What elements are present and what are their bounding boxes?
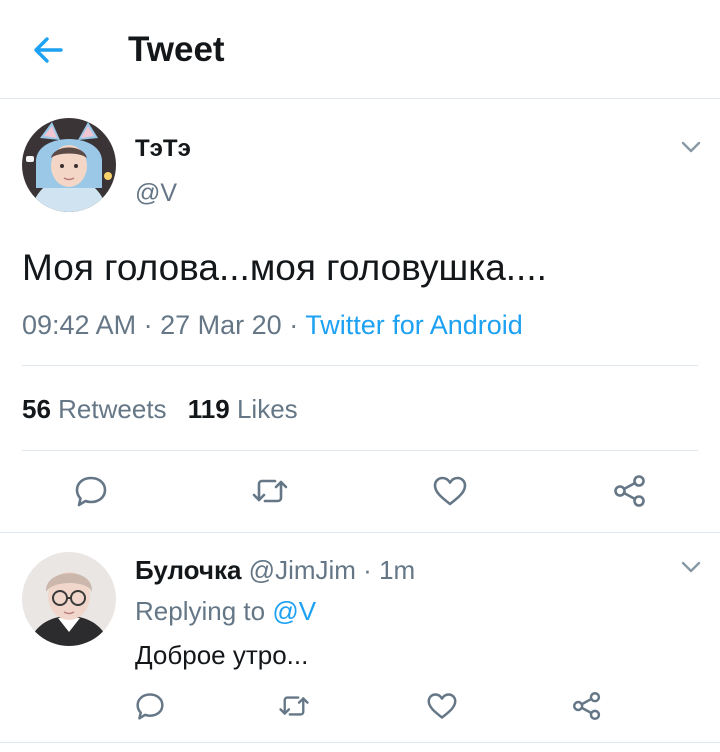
replying-to-line: Replying to @V [135,596,316,626]
retweet-icon [252,479,288,503]
divider [22,450,698,451]
divider [0,742,720,743]
back-button[interactable] [28,30,72,70]
tweet-text: Моя голова...моя головушка.... [22,247,547,288]
reply-reply-button[interactable] [126,682,174,730]
author-avatar[interactable] [22,118,116,212]
likes-label: Likes [236,394,298,424]
reply-icon [136,693,164,720]
share-button[interactable] [606,467,654,515]
reply-like-button[interactable] [418,682,466,730]
reply-share-button[interactable] [563,682,611,730]
replying-to-label: Replying to [135,596,266,626]
reply-display-name[interactable]: Булочка [135,555,241,585]
author-display-name[interactable]: ТэТэ [135,135,191,163]
share-icon [614,475,645,507]
share-icon [572,691,601,721]
tweet-source-link[interactable]: Twitter for Android [305,310,523,340]
tweet-time: 09:42 AM [22,310,137,340]
top-bar: Tweet [0,0,720,99]
reply-timestamp: 1m [379,555,416,585]
like-icon [433,476,467,506]
retweet-button[interactable] [246,467,294,515]
tweet-stats: 56 Retweets 119 Likes [22,394,298,424]
reply-handle[interactable]: @JimJim [249,555,356,585]
chevron-down-icon [681,561,701,573]
arrow-left-icon [34,37,63,63]
tweet-meta: 09:42 AM · 27 Mar 20 · Twitter for Andro… [22,309,523,341]
divider [22,365,698,366]
reply-text: Доброе утро... [135,640,309,670]
replying-to-handle[interactable]: @V [272,596,316,626]
reply-retweet-button[interactable] [270,682,318,730]
reply-header: Булочка @JimJim · 1m [135,555,415,585]
retweets-count: 56 [22,394,51,424]
tweet-date: 27 Mar 20 [160,310,282,340]
like-icon [427,693,457,719]
reply-button[interactable] [67,467,115,515]
likes-count: 119 [187,394,230,424]
author-handle[interactable]: @V [135,178,177,208]
reply-icon [75,476,107,507]
reply-author-avatar[interactable] [22,552,116,646]
page-title: Tweet [128,30,225,69]
meta-separator: · [363,555,372,585]
reply-menu-button[interactable] [678,558,704,576]
likes-stat[interactable]: 119 Likes [188,394,298,424]
tweet-menu-button[interactable] [678,138,704,156]
retweets-stat[interactable]: 56 Retweets [22,394,174,424]
like-button[interactable] [426,467,474,515]
retweets-label: Retweets [58,394,167,424]
divider [0,532,720,533]
meta-separator: · [289,310,299,340]
meta-separator: · [143,310,153,340]
retweet-icon [279,696,309,716]
chevron-down-icon [681,141,701,153]
